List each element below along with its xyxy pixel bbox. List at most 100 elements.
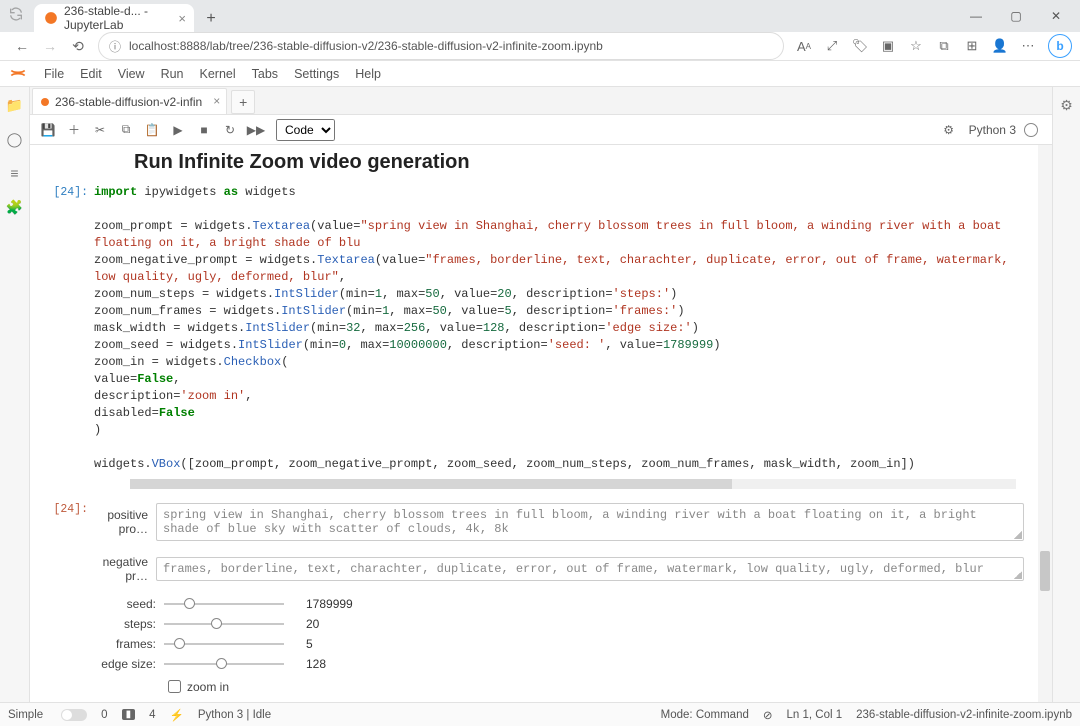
window-minimize-icon[interactable]: — [956, 2, 996, 30]
terminal-count-icon[interactable]: ▮ [122, 709, 136, 720]
frames-value: 5 [306, 637, 313, 651]
zoom-icon[interactable]: ⤢ [818, 32, 846, 60]
collections-icon[interactable]: ⧉ [930, 32, 958, 60]
status-zero: 0 [101, 709, 107, 721]
steps-value: 20 [306, 617, 319, 631]
add-tab-button[interactable]: + [231, 90, 255, 114]
text-size-icon[interactable]: AA [790, 32, 818, 60]
fast-forward-button[interactable]: ▶▶ [244, 118, 268, 142]
browser-tab[interactable]: 236-stable-d... - JupyterLab × [34, 4, 194, 32]
browser-tab-strip: 236-stable-d... - JupyterLab × + — ▢ ✕ [0, 0, 1080, 32]
kernel-name[interactable]: Python 3 [963, 123, 1022, 137]
copy-button[interactable]: ⧉ [114, 118, 138, 142]
toc-icon[interactable]: ≡ [5, 163, 25, 183]
window-maximize-icon[interactable]: ▢ [996, 2, 1036, 30]
edge-slider[interactable] [164, 657, 284, 671]
kernel-status-icon[interactable] [1024, 123, 1038, 137]
edge-value: 128 [306, 657, 326, 671]
address-bar[interactable]: ⓘ localhost:8888/lab/tree/236-stable-dif… [98, 32, 784, 60]
url-text: localhost:8888/lab/tree/236-stable-diffu… [129, 39, 603, 53]
steps-label: steps: [94, 617, 164, 631]
browser-tab-title: 236-stable-d... - JupyterLab [64, 4, 166, 32]
notebook-tab-close-icon[interactable]: × [213, 94, 220, 108]
new-tab-button[interactable]: + [198, 6, 224, 32]
tab-close-icon[interactable]: × [178, 11, 186, 26]
notebook-area[interactable]: Run Infinite Zoom video generation [24]:… [30, 145, 1052, 702]
status-ln-col[interactable]: Ln 1, Col 1 [787, 709, 843, 721]
status-file: 236-stable-diffusion-v2-infinite-zoom.ip… [856, 709, 1072, 721]
output-prompt: [24]: [30, 501, 94, 702]
input-prompt: [24]: [30, 184, 94, 473]
status-mode: Mode: Command [661, 709, 749, 721]
paste-button[interactable]: 📋 [140, 118, 164, 142]
back-button[interactable]: ← [8, 32, 36, 60]
seed-label: seed: [94, 597, 164, 611]
left-sidebar: 📁 ◯ ≡ 🧩 [0, 87, 30, 702]
bolt-icon: ⚡ [169, 708, 183, 722]
notebook-dot-icon [41, 98, 49, 106]
jupyter-favicon [44, 11, 58, 25]
run-button[interactable]: ▶ [166, 118, 190, 142]
restart-button[interactable]: ↻ [218, 118, 242, 142]
code-source[interactable]: import ipywidgets as widgets zoom_prompt… [94, 184, 1052, 473]
profile-icon[interactable]: 👤 [986, 32, 1014, 60]
simple-toggle[interactable] [61, 709, 87, 721]
frames-slider[interactable] [164, 637, 284, 651]
edge-label: edge size: [94, 657, 164, 671]
browser-toolbar: ← → ⟲ ⓘ localhost:8888/lab/tree/236-stab… [0, 32, 1080, 61]
menu-settings[interactable]: Settings [286, 61, 347, 86]
output-cell: [24]: positive pro… spring view in Shang… [30, 501, 1052, 702]
running-icon[interactable]: ◯ [5, 129, 25, 149]
positive-prompt-label: positive pro… [94, 508, 156, 536]
seed-slider[interactable] [164, 597, 284, 611]
notebook-tab[interactable]: 236-stable-diffusion-v2-infin × [32, 88, 227, 114]
seed-value: 1789999 [306, 597, 353, 611]
negative-prompt-textarea[interactable]: frames, borderline, text, charachter, du… [156, 557, 1024, 581]
info-icon: ⓘ [109, 38, 121, 55]
notification-icon[interactable]: ⊘ [763, 708, 773, 722]
menu-file[interactable]: File [36, 61, 72, 86]
menu-edit[interactable]: Edit [72, 61, 110, 86]
add-cell-button[interactable]: ＋ [62, 118, 86, 142]
notebook-tab-label: 236-stable-diffusion-v2-infin [55, 95, 202, 109]
right-sidebar: ⚙ [1052, 87, 1080, 702]
stop-button[interactable]: ■ [192, 118, 216, 142]
zoom-in-checkbox[interactable] [168, 680, 181, 693]
save-button[interactable]: 💾 [36, 118, 60, 142]
status-cores: 4 [149, 709, 155, 721]
frames-label: frames: [94, 637, 164, 651]
jupyter-logo[interactable] [8, 63, 30, 85]
menu-tabs[interactable]: Tabs [244, 61, 286, 86]
jupyter-menubar: File Edit View Run Kernel Tabs Settings … [0, 61, 1080, 87]
status-kernel[interactable]: Python 3 | Idle [198, 709, 271, 721]
code-cell[interactable]: [24]: import ipywidgets as widgets zoom_… [30, 184, 1052, 473]
forward-button[interactable]: → [36, 32, 64, 60]
menu-kernel[interactable]: Kernel [192, 61, 244, 86]
shopping-icon[interactable]: 🏷 [846, 32, 874, 60]
rotate-icon[interactable] [8, 6, 28, 26]
steps-slider[interactable] [164, 617, 284, 631]
positive-prompt-textarea[interactable]: spring view in Shanghai, cherry blossom … [156, 503, 1024, 541]
negative-prompt-label: negative pr… [94, 555, 156, 583]
cut-button[interactable]: ✂ [88, 118, 112, 142]
favorite-icon[interactable]: ☆ [902, 32, 930, 60]
folder-icon[interactable]: 📁 [5, 95, 25, 115]
property-inspector-icon[interactable]: ⚙ [1057, 95, 1077, 115]
cell-type-select[interactable]: Code [276, 119, 335, 141]
tab-app-icon[interactable]: ▣ [874, 32, 902, 60]
extensions-icon[interactable]: ⊞ [958, 32, 986, 60]
more-icon[interactable]: ⋯ [1014, 32, 1042, 60]
extension-icon[interactable]: 🧩 [5, 197, 25, 217]
horizontal-scrollbar[interactable] [130, 479, 1016, 489]
vertical-scrollbar[interactable] [1038, 145, 1052, 702]
menu-view[interactable]: View [110, 61, 153, 86]
window-close-icon[interactable]: ✕ [1036, 2, 1076, 30]
settings-icon[interactable]: ⚙ [937, 118, 961, 142]
notebook-tabs: 236-stable-diffusion-v2-infin × + [30, 87, 1052, 115]
reload-button[interactable]: ⟲ [64, 32, 92, 60]
notebook-toolbar: 💾 ＋ ✂ ⧉ 📋 ▶ ■ ↻ ▶▶ Code ⚙ Python 3 [30, 115, 1052, 145]
simple-toggle-label: Simple [8, 709, 43, 721]
bing-icon[interactable]: b [1048, 34, 1072, 58]
menu-run[interactable]: Run [153, 61, 192, 86]
menu-help[interactable]: Help [347, 61, 389, 86]
